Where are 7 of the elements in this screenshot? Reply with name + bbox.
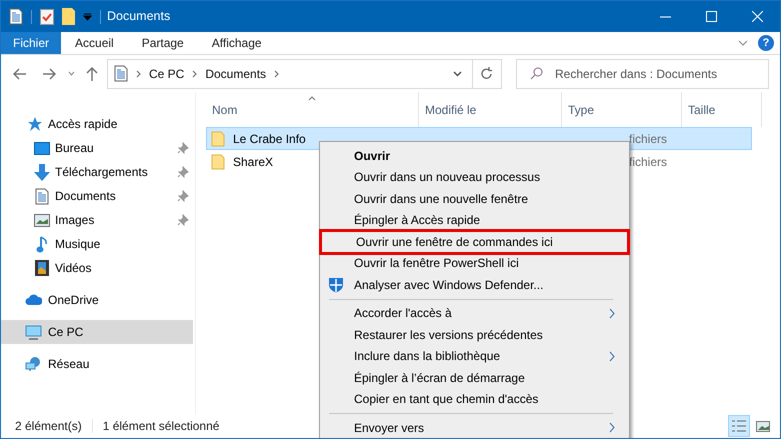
item-count: 2 élément(s) [15,418,82,435]
file-type: fichiers [629,132,668,146]
file-type: fichiers [629,154,668,168]
selection-count: 1 élément sélectionné [102,418,220,435]
file-name: ShareX [233,154,274,170]
file-name: Le Crabe Info [233,130,306,148]
window-title: Documents [107,8,170,26]
